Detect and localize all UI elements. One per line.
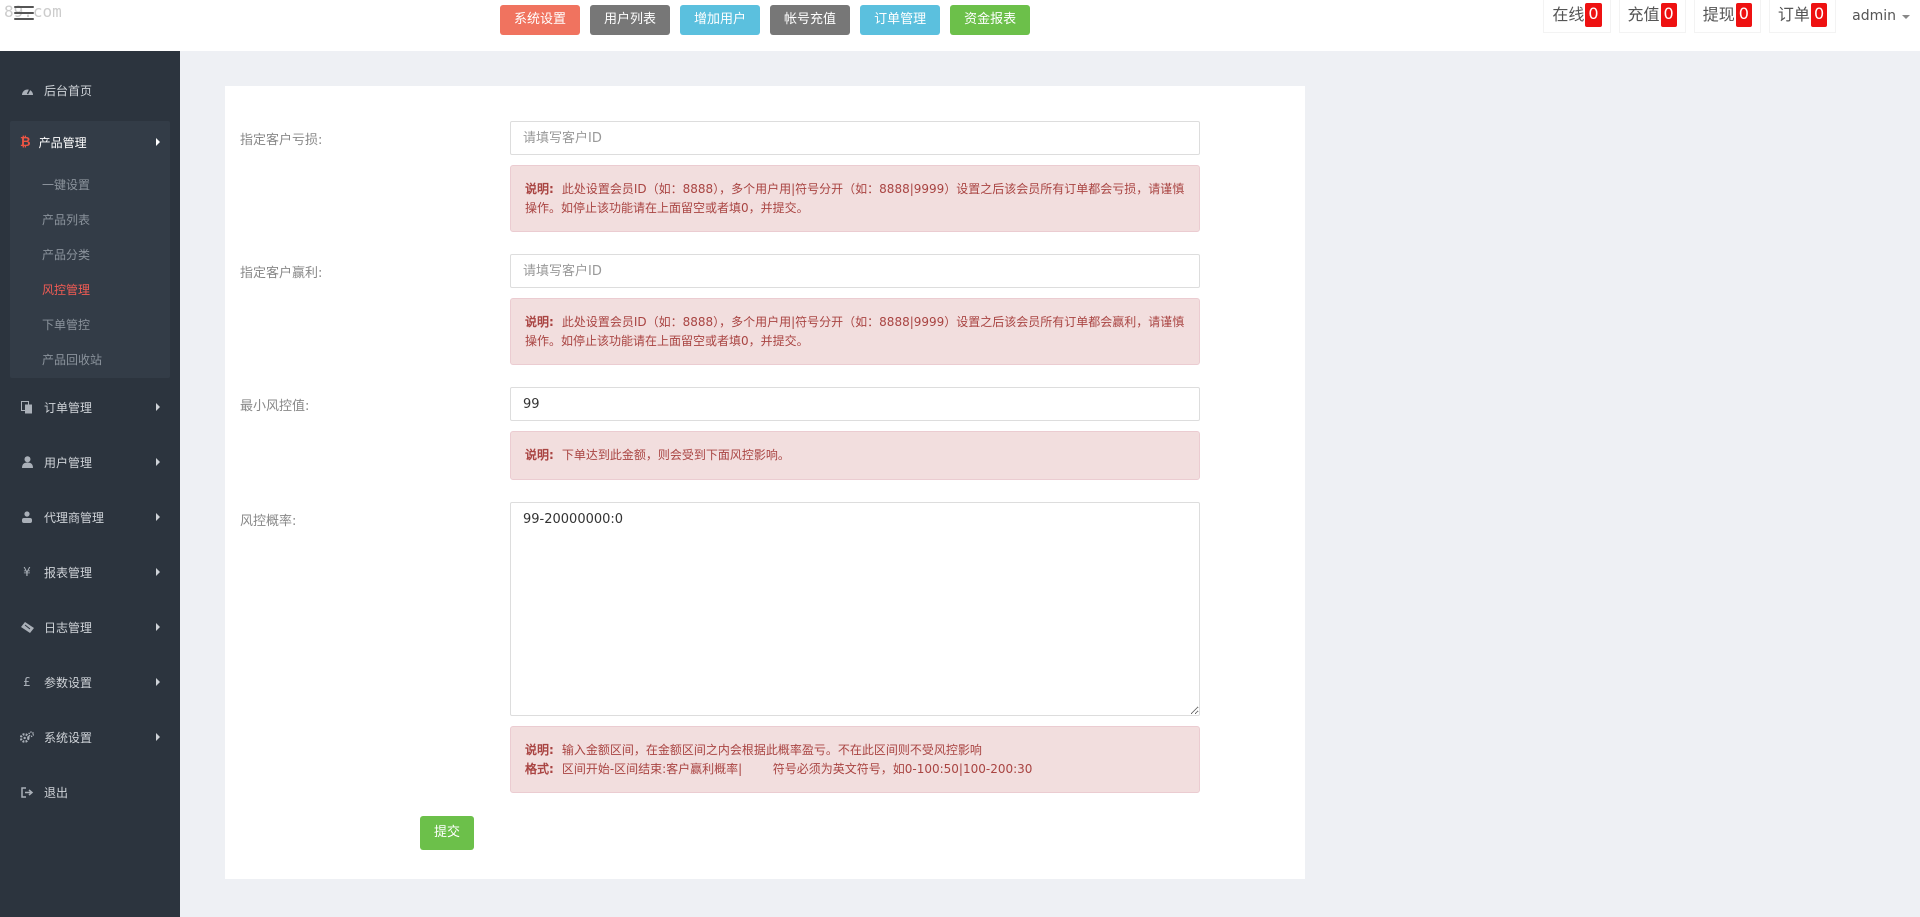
count-badge: 0 [1735, 3, 1752, 27]
format-text: 区间开始-区间结束:客户赢利概率| 符号必须为英文符号，如0-100:50|10… [561, 762, 1033, 776]
field-label-probability: 风控概率: [240, 514, 297, 529]
sidebar-item-home[interactable]: 后台首页 [0, 70, 180, 110]
sidebar-item-label: 退出 [44, 785, 69, 800]
sidebar-item-label: 订单管理 [44, 400, 93, 415]
sidebar-subitem-product-category[interactable]: 产品分类 [42, 246, 90, 263]
chevron-right-icon [156, 733, 160, 741]
note-title: 说明: [525, 315, 554, 329]
note-text: 此处设置会员ID（如：8888），多个用户用|符号分开（如：8888|9999）… [525, 182, 1185, 215]
note-title: 说明: [525, 743, 554, 757]
stat-label: 订单 [1777, 5, 1810, 24]
sidebar-item-products[interactable]: ₿ 产品管理 [10, 121, 170, 163]
sidebar-subitem-risk-control[interactable]: 风控管理 [42, 281, 90, 298]
dashboard-icon [20, 83, 34, 97]
note-text: 输入金额区间，在金额区间之内会根据此概率盈亏。不在此区间则不受风控影响 [561, 743, 982, 757]
header-stats: 在线 0 充值 0 提现 0 订单 0 admin [1535, 0, 1920, 33]
order-management-button[interactable]: 订单管理 [860, 5, 941, 35]
bitcoin-icon: ₿ [20, 135, 31, 150]
note-title: 说明: [525, 448, 554, 462]
format-line: 格式: 区间开始-区间结束:客户赢利概率| 符号必须为英文符号，如0-100:50… [525, 760, 1185, 779]
stat-recharge[interactable]: 充值 0 [1618, 0, 1686, 33]
probability-note: 说明: 输入金额区间，在金额区间之内会根据此概率盈亏。不在此区间则不受风控影响 格… [510, 726, 1200, 793]
profit-note: 说明: 此处设置会员ID（如：8888），多个用户用|符号分开（如：8888|99… [510, 298, 1200, 365]
submit-button[interactable]: 提交 [420, 816, 474, 850]
sidebar-item-label: 代理商管理 [44, 510, 105, 525]
system-settings-button[interactable]: 系统设置 [500, 5, 581, 35]
sidebar-item-label: 参数设置 [44, 675, 93, 690]
chevron-right-icon [156, 513, 160, 521]
sidebar-item-label: 用户管理 [44, 455, 93, 470]
pound-icon: £ [23, 675, 31, 689]
sidebar: 后台首页 ₿ 产品管理 一键设置 产品列表 产品分类 风控管理 下单管控 产品回… [0, 51, 180, 917]
sidebar-item-reports[interactable]: ¥ 报表管理 [0, 552, 180, 592]
format-title: 格式: [525, 762, 554, 776]
chevron-right-icon [156, 568, 160, 576]
account-recharge-button[interactable]: 帐号充值 [770, 5, 851, 35]
top-bar: 89.com 系统设置 用户列表 增加用户 帐号充值 订单管理 资金报表 在线0… [0, 0, 1920, 51]
yen-icon: ¥ [23, 565, 31, 579]
count-badge: 0 [1585, 3, 1602, 27]
user-list-button[interactable]: 用户列表 [590, 5, 671, 35]
sign-out-icon [20, 785, 34, 799]
stat-withdraw[interactable]: 提现 0 [1693, 0, 1761, 33]
sidebar-item-label: 日志管理 [44, 620, 93, 635]
min-risk-value-input[interactable] [510, 387, 1200, 421]
menu-toggle-icon[interactable] [14, 6, 34, 22]
chevron-down-icon [1902, 15, 1910, 19]
sidebar-item-system[interactable]: 系统设置 [0, 717, 180, 757]
min-note: 说明: 下单达到此金额，则会受到下面风控影响。 [510, 431, 1200, 480]
count-badge: 0 [1660, 3, 1677, 27]
chevron-right-icon [156, 403, 160, 411]
sidebar-item-logout[interactable]: 退出 [0, 772, 180, 812]
top-nav: 系统设置 用户列表 增加用户 帐号充值 订单管理 资金报表 [500, 5, 1040, 35]
field-label-loss: 指定客户亏损: [240, 133, 323, 148]
user-menu[interactable]: admin [1844, 0, 1912, 33]
note-text: 下单达到此金额，则会受到下面风控影响。 [561, 448, 790, 462]
ticket-icon [20, 620, 34, 634]
sidebar-item-label: 后台首页 [44, 83, 93, 98]
sidebar-subitem-product-list[interactable]: 产品列表 [42, 211, 90, 228]
note-text: 此处设置会员ID（如：8888），多个用户用|符号分开（如：8888|9999）… [525, 315, 1185, 348]
risk-probability-textarea[interactable]: 99-20000000:0 [510, 502, 1200, 716]
stat-online[interactable]: 在线 0 [1543, 0, 1611, 33]
loss-note: 说明: 此处设置会员ID（如：8888），多个用户用|符号分开（如：8888|99… [510, 165, 1200, 232]
chevron-right-icon [156, 138, 160, 146]
sidebar-item-label: 系统设置 [44, 730, 93, 745]
chevron-right-icon [156, 623, 160, 631]
sidebar-subitem-quick-settings[interactable]: 一键设置 [42, 176, 90, 193]
risk-control-form: 指定客户亏损: 说明:此处设置会员ID（如：8888），多个用户用|符号分开（如… [225, 86, 1305, 879]
sidebar-item-label: 报表管理 [44, 565, 93, 580]
profit-customer-input[interactable] [510, 254, 1200, 288]
sidebar-subitem-product-recycle[interactable]: 产品回收站 [42, 351, 102, 368]
sidebar-subitem-order-control[interactable]: 下单管控 [42, 316, 90, 333]
sitemap-icon [20, 510, 34, 524]
add-user-button[interactable]: 增加用户 [680, 5, 761, 35]
stat-label: 在线 [1552, 5, 1585, 24]
sidebar-item-agents[interactable]: 代理商管理 [0, 497, 180, 537]
count-badge: 0 [1810, 3, 1828, 27]
field-label-profit: 指定客户赢利: [240, 266, 323, 281]
copy-icon [20, 400, 34, 414]
loss-customer-input[interactable] [510, 121, 1200, 155]
field-label-min: 最小风控值: [240, 399, 310, 414]
sidebar-group-products: ₿ 产品管理 一键设置 产品列表 产品分类 风控管理 下单管控 产品回收站 [10, 121, 170, 378]
stat-label: 充值 [1627, 5, 1660, 24]
sidebar-item-logs[interactable]: 日志管理 [0, 607, 180, 647]
username: admin [1852, 8, 1896, 24]
note-line: 说明: 输入金额区间，在金额区间之内会根据此概率盈亏。不在此区间则不受风控影响 [525, 741, 1185, 760]
user-icon [20, 455, 34, 469]
cogs-icon [20, 730, 34, 744]
fund-report-button[interactable]: 资金报表 [950, 5, 1031, 35]
sidebar-item-label: 产品管理 [38, 135, 87, 150]
sidebar-item-users[interactable]: 用户管理 [0, 442, 180, 482]
sidebar-item-orders[interactable]: 订单管理 [0, 387, 180, 427]
note-title: 说明: [525, 182, 554, 196]
sidebar-item-params[interactable]: £ 参数设置 [0, 662, 180, 702]
chevron-right-icon [156, 678, 160, 686]
stat-orders[interactable]: 订单 0 [1768, 0, 1837, 33]
stat-label: 提现 [1702, 5, 1735, 24]
chevron-right-icon [156, 458, 160, 466]
